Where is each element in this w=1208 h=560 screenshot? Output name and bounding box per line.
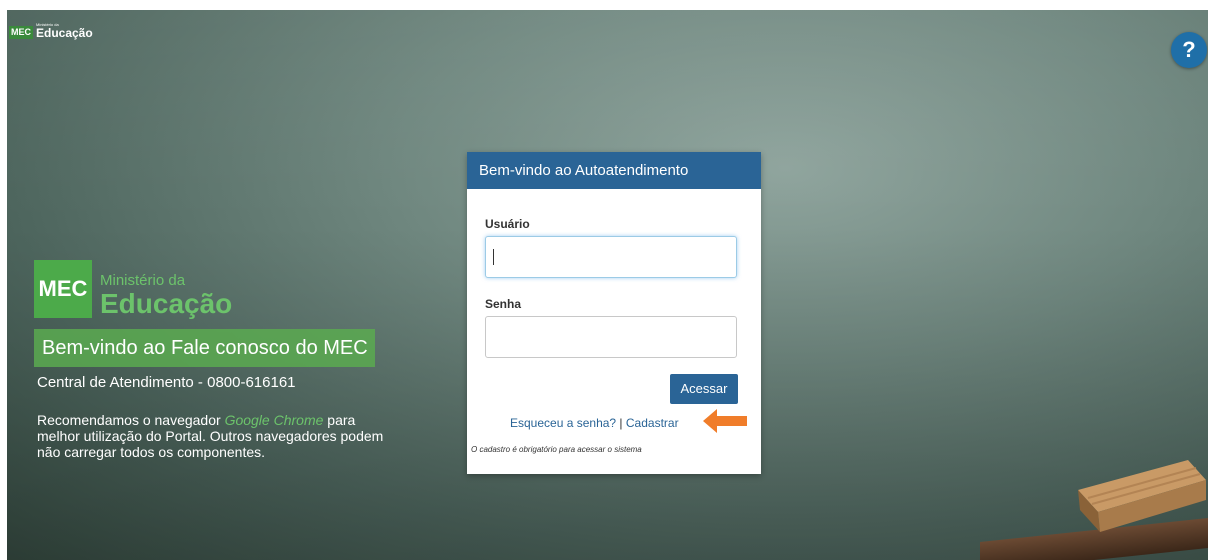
user-label: Usuário	[485, 217, 530, 231]
header-logo-educacao: Educação	[36, 26, 93, 40]
link-separator: |	[616, 416, 626, 430]
register-link[interactable]: Cadastrar	[626, 416, 679, 430]
password-label: Senha	[485, 297, 522, 311]
login-title: Bem-vindo ao Autoatendimento	[467, 152, 761, 189]
forgot-password-link[interactable]: Esqueceu a senha?	[510, 416, 616, 430]
eraser-image	[1078, 460, 1206, 532]
left-border	[0, 0, 7, 560]
text-caret	[493, 249, 494, 265]
header-logo-mec: MEC	[9, 26, 33, 39]
login-card: Bem-vindo ao Autoatendimento Usuário Sen…	[467, 152, 761, 474]
central-atendimento: Central de Atendimento - 0800-616161	[37, 374, 296, 391]
recommend-prefix: Recomendamos o navegador	[37, 412, 225, 428]
mec-logo-box: MEC	[34, 260, 92, 318]
background: MEC Ministério da Educação ? MEC Ministé…	[0, 0, 1208, 560]
registration-note: O cadastro é obrigatório para acessar o …	[471, 445, 642, 454]
welcome-banner: Bem-vindo ao Fale conosco do MEC	[34, 329, 375, 367]
account-links: Esqueceu a senha? | Cadastrar	[510, 416, 679, 430]
acessar-button[interactable]: Acessar	[670, 374, 738, 404]
help-icon[interactable]: ?	[1171, 32, 1207, 68]
mec-logo-educacao: Educação	[100, 288, 233, 319]
password-input[interactable]	[485, 316, 737, 358]
orange-arrow-icon	[703, 409, 747, 433]
user-input[interactable]	[485, 236, 737, 278]
mec-logo: MEC Ministério da Educação	[34, 260, 232, 318]
browser-recommendation: Recomendamos o navegador Google Chrome p…	[37, 412, 397, 460]
top-border	[0, 0, 1208, 10]
recommend-browser-name: Google Chrome	[224, 412, 324, 428]
header-logo[interactable]: MEC Ministério da Educação	[9, 22, 93, 39]
